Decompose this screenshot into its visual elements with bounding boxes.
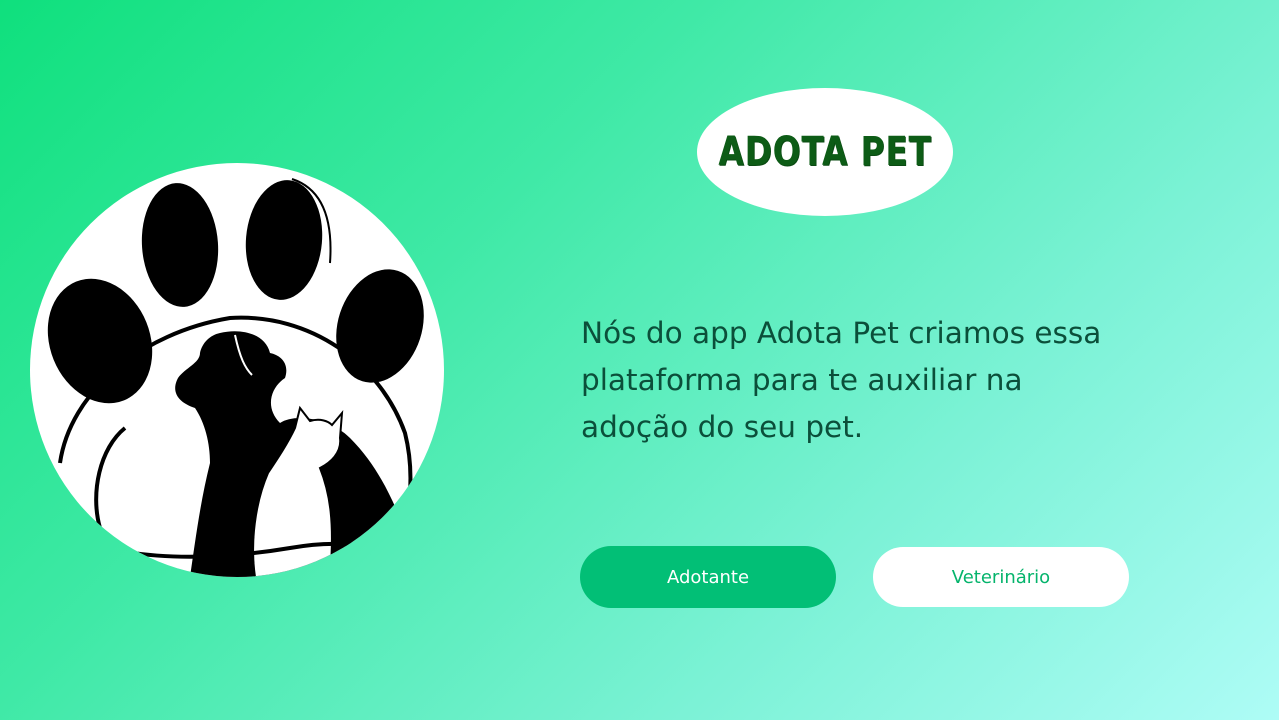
paw-logo	[30, 163, 444, 577]
app-title: ADOTA PET	[718, 129, 932, 175]
adopter-button[interactable]: Adotante	[580, 546, 836, 608]
paw-with-dog-and-cat-icon	[47, 178, 424, 577]
brand-badge: ADOTA PET	[697, 88, 953, 216]
veterinarian-button[interactable]: Veterinário	[873, 547, 1129, 607]
intro-description: Nós do app Adota Pet criamos essa plataf…	[581, 316, 1102, 444]
